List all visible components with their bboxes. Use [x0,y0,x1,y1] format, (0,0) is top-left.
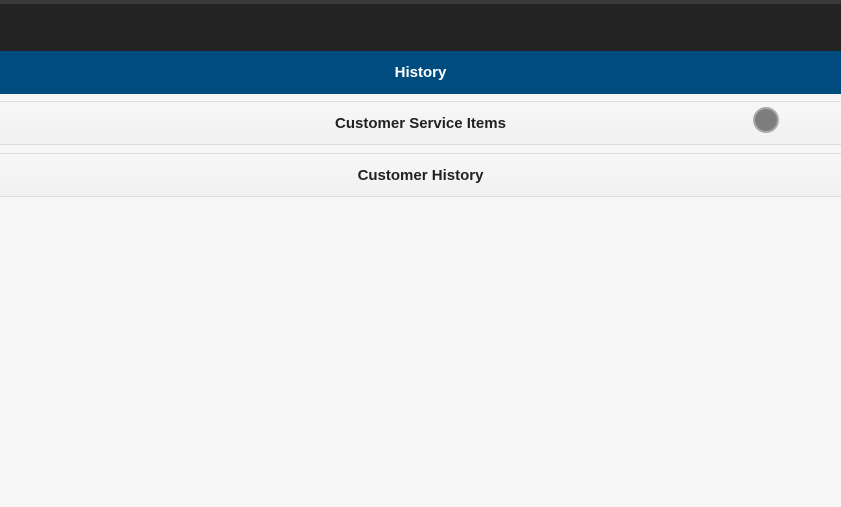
history-menu-list: Customer Service Items Customer History [0,101,841,205]
app-top-bar [0,4,841,51]
menu-item-customer-service-items[interactable]: Customer Service Items [0,101,841,145]
page-title: History [394,64,447,81]
menu-item-label: Customer Service Items [335,114,506,132]
menu-item-customer-history[interactable]: Customer History [0,153,841,197]
menu-item-label: Customer History [357,166,484,184]
page-header: History [0,51,841,94]
loading-indicator-icon [755,109,777,131]
